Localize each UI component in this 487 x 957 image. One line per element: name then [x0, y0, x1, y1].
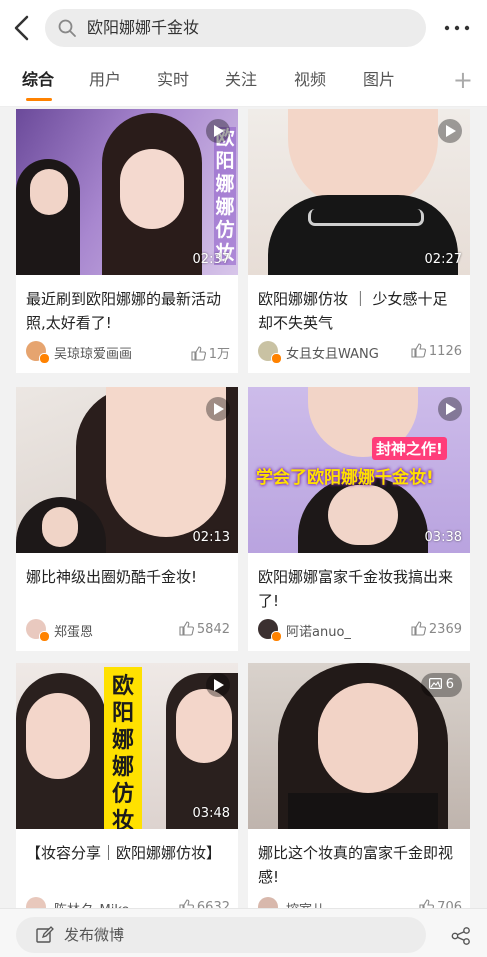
thumbs-up-icon [411, 621, 426, 636]
thumbs-up-icon [419, 899, 435, 908]
search-query[interactable]: 欧阳娜娜千金妆 [87, 17, 199, 39]
video-duration: 03:48 [192, 806, 230, 821]
like-count[interactable]: 706 [419, 899, 462, 908]
search-icon [58, 19, 76, 37]
author-row[interactable]: 郑蛋恩 5842 [26, 619, 230, 642]
avatar[interactable] [26, 897, 46, 908]
like-count[interactable]: 1126 [411, 343, 462, 359]
author-name[interactable]: 吴琼琼爱画画 [54, 343, 132, 362]
like-count[interactable]: 1万 [191, 343, 230, 362]
video-card[interactable]: 02:27 欧阳娜娜仿妆 ｜ 少女感十足却不失英气 女且女且WANG 1126 [248, 109, 470, 373]
like-count-value: 1126 [428, 344, 462, 359]
play-icon [206, 119, 230, 143]
compose-label: 发布微博 [64, 926, 125, 944]
play-icon [438, 119, 462, 143]
post-title[interactable]: 欧阳娜娜仿妆 ｜ 少女感十足却不失英气 [258, 287, 462, 335]
thumbs-up-icon [411, 343, 426, 358]
author-row[interactable]: 吴琼琼爱画画 1万 [26, 341, 230, 364]
like-count-value: 5842 [196, 622, 230, 637]
author-name[interactable]: 控室儿 [286, 899, 325, 908]
tab-users[interactable]: 用户 [89, 69, 121, 91]
like-count-value: 6632 [196, 900, 230, 908]
like-count[interactable]: 5842 [179, 621, 230, 637]
image-icon [428, 678, 442, 690]
author-name[interactable]: 陈林夕_Mike [54, 899, 129, 908]
verified-badge-icon [271, 353, 282, 364]
tab-bar: 综合 用户 实时 关注 视频 图片 + [0, 56, 487, 107]
video-thumbnail[interactable]: 封神之作! 学会了欧阳娜娜千金妆! 03:38 [248, 387, 470, 553]
video-duration: 02:37 [192, 252, 230, 267]
post-title[interactable]: 娜比神级出圈奶酷千金妆! [26, 565, 230, 589]
verified-badge-icon [39, 353, 50, 364]
play-icon [438, 397, 462, 421]
like-count-value: 1万 [208, 347, 230, 362]
video-thumbnail[interactable]: 02:13 [16, 387, 238, 553]
tab-realtime[interactable]: 实时 [157, 69, 189, 91]
thumbnail-overlay-text: 欧阳娜娜仿妆 [104, 667, 142, 829]
active-tab-indicator [26, 98, 52, 101]
thumbs-up-icon [179, 899, 194, 908]
author-name[interactable]: 郑蛋恩 [54, 621, 93, 640]
thumbs-up-icon [179, 621, 194, 636]
more-icon[interactable] [443, 18, 471, 38]
image-count-value: 6 [445, 677, 454, 692]
avatar[interactable] [258, 897, 278, 908]
video-thumbnail[interactable]: 欧阳娜娜仿妆 03:48 [16, 663, 238, 829]
like-count[interactable]: 2369 [411, 621, 462, 637]
post-title[interactable]: 娜比这个妆真的富家千金即视感! [258, 841, 462, 889]
video-thumbnail[interactable]: 02:27 [248, 109, 470, 275]
thumbs-up-icon [191, 346, 206, 361]
post-title[interactable]: 欧阳娜娜富家千金妆我搞出来了! [258, 565, 462, 613]
author-row[interactable]: 陈林夕_Mike 6632 [26, 897, 230, 908]
tab-video[interactable]: 视频 [294, 69, 326, 91]
author-name[interactable]: 阿诺anuo_ [286, 621, 351, 640]
play-icon [206, 673, 230, 697]
post-title[interactable]: 最近刷到欧阳娜娜的最新活动照,太好看了! [26, 287, 230, 335]
back-arrow-icon[interactable] [10, 12, 34, 44]
author-row[interactable]: 控室儿 706 [258, 897, 462, 908]
video-card[interactable]: 02:13 娜比神级出圈奶酷千金妆! 郑蛋恩 5842 [16, 387, 238, 651]
tab-images[interactable]: 图片 [363, 69, 395, 91]
tab-following[interactable]: 关注 [225, 69, 257, 91]
thumbnail-overlay-text: 学会了欧阳娜娜千金妆! [256, 468, 434, 488]
tab-comprehensive[interactable]: 综合 [22, 69, 54, 91]
add-tab-icon[interactable]: + [453, 68, 473, 92]
verified-badge-icon [39, 631, 50, 642]
bottom-bar: 发布微博 [0, 908, 487, 957]
edit-icon [36, 926, 54, 943]
like-count-value: 2369 [428, 622, 462, 637]
video-card[interactable]: 封神之作! 学会了欧阳娜娜千金妆! 03:38 欧阳娜娜富家千金妆我搞出来了! … [248, 387, 470, 651]
like-count[interactable]: 6632 [179, 899, 230, 908]
video-duration: 02:27 [424, 252, 462, 267]
play-icon [206, 397, 230, 421]
post-title[interactable]: 【妆容分享｜欧阳娜娜仿妆】 [26, 841, 230, 865]
thumbnail-overlay-subtext: 封神之作! [372, 437, 447, 460]
compose-post-button[interactable]: 发布微博 [16, 917, 426, 953]
image-thumbnail[interactable]: 6 [248, 663, 470, 829]
video-duration: 03:38 [424, 530, 462, 545]
video-card[interactable]: 欧阳娜娜仿妆 03:48 【妆容分享｜欧阳娜娜仿妆】 陈林夕_Mike 6632 [16, 663, 238, 908]
image-card[interactable]: 6 娜比这个妆真的富家千金即视感! 控室儿 706 [248, 663, 470, 908]
share-icon[interactable] [451, 927, 471, 945]
video-card[interactable]: 欧阳娜娜仿妆 02:37 最近刷到欧阳娜娜的最新活动照,太好看了! 吴琼琼爱画画… [16, 109, 238, 373]
thumbnail-overlay-text: 欧阳娜娜仿妆 [214, 127, 236, 265]
verified-badge-icon [271, 631, 282, 642]
image-count-badge: 6 [420, 673, 462, 697]
author-name[interactable]: 女且女且WANG [286, 343, 379, 362]
like-count-value: 706 [437, 900, 462, 908]
video-duration: 02:13 [192, 530, 230, 545]
video-thumbnail[interactable]: 欧阳娜娜仿妆 02:37 [16, 109, 238, 275]
author-row[interactable]: 阿诺anuo_ 2369 [258, 619, 462, 642]
top-bar: 欧阳娜娜千金妆 [0, 0, 487, 56]
search-bar[interactable]: 欧阳娜娜千金妆 [45, 9, 426, 47]
author-row[interactable]: 女且女且WANG 1126 [258, 341, 462, 364]
